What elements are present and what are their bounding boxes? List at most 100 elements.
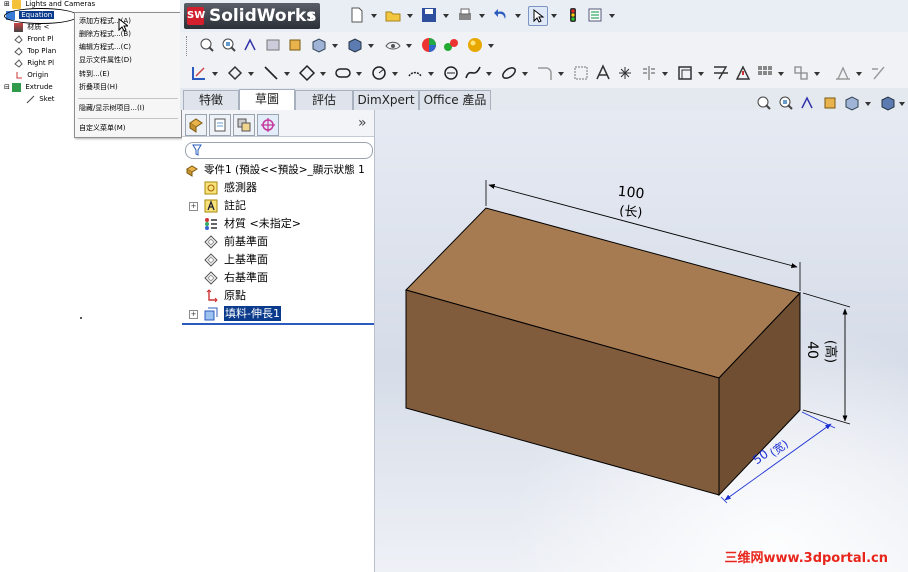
zoom-to-fit-icon[interactable] [198, 36, 216, 54]
display-relations-icon[interactable] [734, 64, 752, 82]
chevron-down-icon[interactable] [332, 44, 338, 48]
inset-tree-row-sketch[interactable]: Sket [26, 93, 55, 105]
mirror-entities-icon[interactable] [640, 64, 658, 82]
options-icon[interactable] [586, 6, 604, 24]
chevron-down-icon[interactable] [698, 72, 704, 76]
zoom-area-icon[interactable] [220, 36, 238, 54]
tree-item-origin[interactable]: 原點 [182, 287, 374, 305]
expand-panel-icon[interactable]: » [358, 115, 367, 131]
graphics-area[interactable]: 100 (长) 40 (高) 50 (宽) 三维网www.3dportal.cn [375, 110, 908, 572]
select-arrow-icon[interactable] [528, 6, 548, 26]
chevron-down-icon[interactable] [443, 14, 449, 18]
previous-view-icon[interactable] [799, 94, 817, 112]
chevron-down-icon[interactable] [356, 72, 362, 76]
configuration-manager-tab[interactable] [233, 114, 255, 136]
property-manager-tab[interactable] [209, 114, 231, 136]
view-orientation-icon[interactable] [286, 36, 304, 54]
inset-tree-row-extrude[interactable]: ⊟ Extrude [4, 81, 53, 93]
chevron-down-icon[interactable] [392, 72, 398, 76]
print-icon[interactable] [456, 6, 474, 24]
chevron-down-icon[interactable] [212, 72, 218, 76]
inset-tree-row-origin[interactable]: Origin [14, 69, 48, 81]
chevron-down-icon[interactable] [248, 72, 254, 76]
quick-snaps-icon[interactable] [870, 64, 888, 82]
menu-item-go-to[interactable]: 转到...(E) [79, 68, 110, 80]
inset-tree-row-front-plane[interactable]: Front Pl [14, 33, 53, 45]
spline-icon[interactable] [464, 64, 482, 82]
tab-sketch[interactable]: 草圖 [239, 89, 295, 111]
chevron-down-icon[interactable] [488, 44, 494, 48]
repair-sketch-icon[interactable] [834, 64, 852, 82]
chevron-down-icon[interactable] [428, 72, 434, 76]
tree-item-material[interactable]: 材質 <未指定> [182, 215, 374, 233]
chevron-down-icon[interactable] [778, 72, 784, 76]
slot-icon[interactable] [334, 64, 352, 82]
display-style-icon[interactable] [879, 94, 897, 112]
feature-tree-filter[interactable] [185, 142, 373, 159]
save-icon[interactable] [420, 6, 438, 24]
trim-entities-icon[interactable] [712, 64, 730, 82]
feature-manager-tab[interactable] [185, 114, 207, 136]
chevron-down-icon[interactable] [865, 102, 871, 106]
chevron-down-icon[interactable] [486, 72, 492, 76]
appearance-icon[interactable] [420, 36, 438, 54]
tree-item-top-plane[interactable]: 上基準面 [182, 251, 374, 269]
rebuild-icon[interactable] [564, 6, 582, 24]
tab-evaluate[interactable]: 評估 [295, 90, 353, 110]
section-view-icon[interactable] [821, 94, 839, 112]
dimxpert-manager-tab[interactable] [257, 114, 279, 136]
menu-item-document-properties[interactable]: 显示文件属性(D) [79, 54, 132, 66]
chevron-down-icon[interactable] [515, 14, 521, 18]
open-folder-icon[interactable] [384, 6, 402, 24]
tree-item-boss-extrude[interactable]: + 填料-伸長1 [182, 305, 374, 323]
chevron-down-icon[interactable] [522, 72, 528, 76]
fillet-icon[interactable] [536, 64, 554, 82]
chevron-down-icon[interactable] [899, 102, 905, 106]
smart-dimension-icon[interactable] [226, 64, 244, 82]
previous-view-icon[interactable] [242, 36, 260, 54]
tree-item-annotations[interactable]: + 註記 [182, 197, 374, 215]
expand-icon[interactable]: + [189, 202, 198, 211]
toolbar-grip[interactable] [186, 36, 189, 56]
menu-item-hide-show-tree[interactable]: 隐藏/显示树项目...(I) [79, 102, 145, 114]
chevron-down-icon[interactable] [551, 14, 557, 18]
move-entities-icon[interactable] [792, 64, 810, 82]
tree-item-right-plane[interactable]: 右基準面 [182, 269, 374, 287]
menu-item-edit-equation[interactable]: 编辑方程式...(C) [79, 41, 131, 53]
new-document-icon[interactable] [348, 6, 366, 24]
chevron-down-icon[interactable] [368, 44, 374, 48]
point-icon[interactable] [616, 64, 634, 82]
tab-features[interactable]: 特徵 [183, 90, 239, 110]
sketch-icon[interactable] [190, 64, 208, 82]
tree-item-front-plane[interactable]: 前基準面 [182, 233, 374, 251]
rectangle-icon[interactable] [298, 64, 316, 82]
chevron-down-icon[interactable] [320, 72, 326, 76]
undo-icon[interactable] [492, 6, 510, 24]
chevron-down-icon[interactable] [284, 72, 290, 76]
chevron-down-icon[interactable] [814, 72, 820, 76]
rollback-bar[interactable] [182, 323, 374, 325]
menu-item-collapse[interactable]: 折叠项目(H) [79, 81, 118, 93]
zoom-area-icon[interactable] [777, 94, 795, 112]
expand-icon[interactable]: + [189, 310, 198, 319]
section-view-icon[interactable] [264, 36, 282, 54]
realview-icon[interactable] [466, 36, 484, 54]
view-orientation-icon[interactable] [843, 94, 861, 112]
hide-show-items-icon[interactable] [384, 36, 402, 54]
menu-item-customize-menu[interactable]: 自定义菜单(M) [79, 122, 126, 134]
chevron-down-icon[interactable] [609, 14, 615, 18]
tree-item-part[interactable]: 零件1 (預設<<預設>_顯示狀態 1 [182, 161, 374, 179]
chevron-down-icon[interactable] [662, 72, 668, 76]
chevron-down-icon[interactable] [479, 14, 485, 18]
inset-tree-row-top-plane[interactable]: Top Plan [14, 45, 56, 57]
display-style-icon[interactable] [346, 36, 364, 54]
circle-icon[interactable] [370, 64, 388, 82]
chevron-down-icon[interactable] [371, 14, 377, 18]
offset-entities-icon[interactable] [676, 64, 694, 82]
chevron-down-icon[interactable] [558, 72, 564, 76]
dimension-height-value[interactable]: 40 [804, 335, 820, 365]
tab-dimxpert[interactable]: DimXpert [353, 90, 419, 110]
ellipse-icon[interactable] [500, 64, 518, 82]
linear-pattern-icon[interactable] [756, 64, 774, 82]
solidworks-logo[interactable]: SW SolidWorks [184, 3, 320, 29]
